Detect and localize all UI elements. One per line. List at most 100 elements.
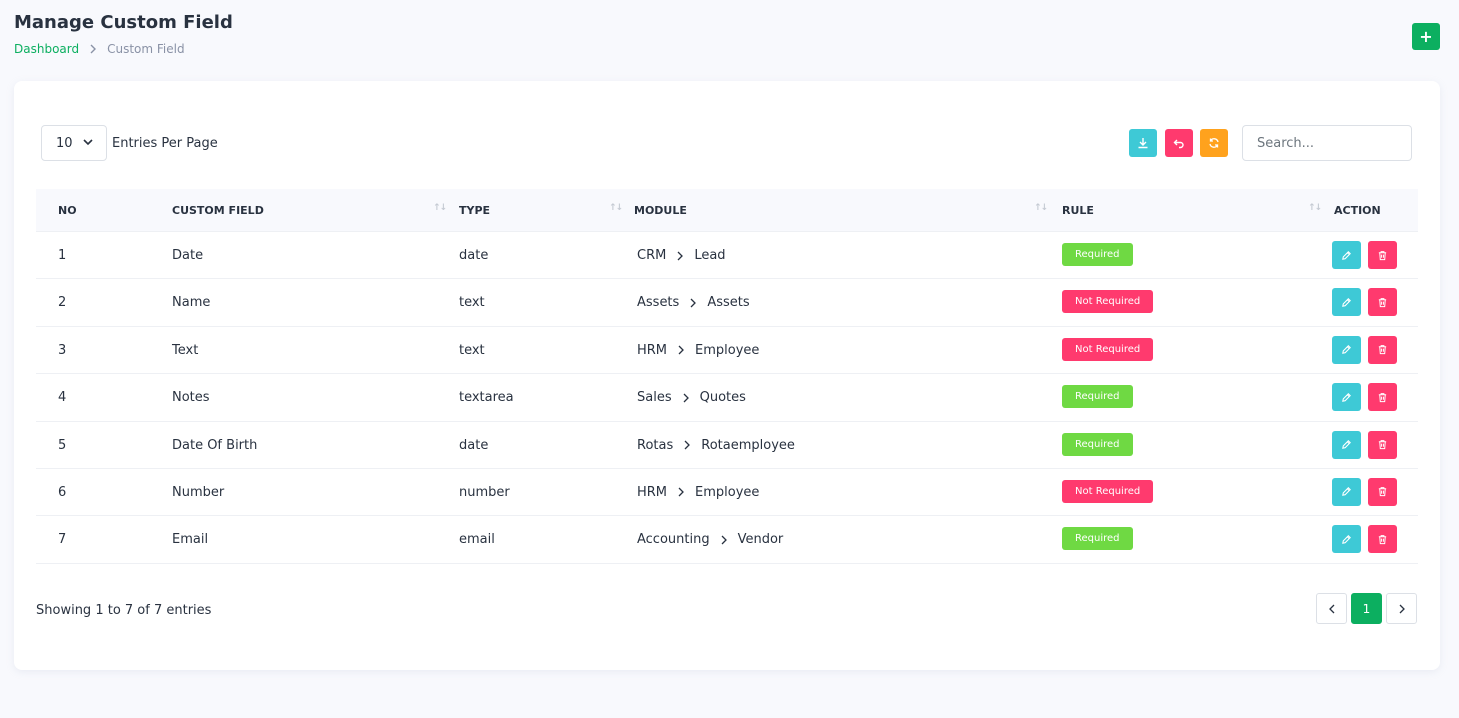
edit-button[interactable]: [1332, 288, 1361, 317]
download-icon: [1138, 138, 1148, 149]
chevron-right-icon: [1399, 604, 1405, 613]
cell-module: CRM Lead: [637, 248, 726, 263]
submodule-name: Vendor: [737, 532, 784, 548]
rule-badge: Required: [1062, 385, 1133, 409]
submodule-name: Lead: [694, 248, 726, 263]
search-input[interactable]: [1242, 125, 1412, 161]
prev-page-button[interactable]: [1316, 593, 1347, 624]
rule-badge: Required: [1062, 527, 1133, 551]
chevron-right-icon: [676, 251, 684, 261]
module-name: CRM: [637, 248, 667, 263]
chevron-right-icon: [683, 440, 691, 450]
cell-rule: Required: [1062, 432, 1133, 456]
cell-action: [1332, 430, 1404, 459]
page-title: Manage Custom Field: [14, 12, 233, 33]
sort-icon[interactable]: ↑↓: [1308, 203, 1322, 213]
header-type[interactable]: TYPE: [459, 204, 490, 217]
export-button[interactable]: [1129, 129, 1157, 157]
undo-icon: [1173, 139, 1184, 149]
pencil-icon: [1342, 345, 1351, 355]
table-row: 2 Name text Assets Assets Not Required: [36, 279, 1418, 327]
breadcrumb-dashboard-link[interactable]: Dashboard: [14, 42, 79, 56]
table-row: 7 Email email Accounting Vendor Required: [36, 516, 1418, 564]
pencil-icon: [1342, 534, 1351, 544]
edit-button[interactable]: [1332, 430, 1361, 459]
cell-no: 5: [58, 437, 67, 453]
module-name: HRM: [637, 484, 668, 500]
cell-module: Rotas Rotaemployee: [637, 438, 795, 453]
cell-action: [1332, 525, 1404, 554]
pagination: 1: [1316, 593, 1421, 624]
page-button[interactable]: 1: [1351, 593, 1382, 624]
header-rule[interactable]: RULE: [1062, 204, 1094, 217]
table-body: 1 Date date CRM Lead Required 2 Name text Assets A…: [36, 232, 1418, 564]
next-page-button[interactable]: [1386, 593, 1417, 624]
reset-button[interactable]: [1165, 129, 1193, 157]
table-row: 3 Text text HRM Employee Not Required: [36, 327, 1418, 375]
rule-badge: Not Required: [1062, 479, 1154, 503]
cell-module: Sales Quotes: [637, 390, 746, 405]
sort-icon[interactable]: ↑↓: [433, 203, 447, 213]
edit-button[interactable]: [1332, 525, 1361, 554]
custom-field-table: NO CUSTOM FIELD ↑↓ TYPE ↑↓ MODULE ↑↓ RUL…: [36, 189, 1418, 564]
delete-button[interactable]: [1368, 335, 1397, 364]
sort-icon[interactable]: ↑↓: [1034, 203, 1048, 213]
edit-button[interactable]: [1332, 335, 1361, 364]
delete-button[interactable]: [1368, 383, 1397, 412]
cell-no: 1: [58, 248, 67, 263]
delete-button[interactable]: [1368, 288, 1397, 317]
table-row: 6 Number number HRM Employee Not Required: [36, 469, 1418, 517]
chevron-right-icon: [677, 345, 685, 355]
cell-module: Accounting Vendor: [637, 532, 783, 547]
delete-button[interactable]: [1368, 525, 1397, 554]
rule-badge: Required: [1062, 432, 1133, 456]
cell-type: date: [459, 437, 489, 453]
pencil-icon: [1342, 392, 1351, 402]
chevron-right-icon: [689, 298, 697, 308]
pencil-icon: [1342, 440, 1351, 449]
sort-icon[interactable]: ↑↓: [609, 203, 623, 213]
cell-module: Assets Assets: [637, 295, 750, 310]
entries-per-page-label: Entries Per Page: [112, 136, 218, 151]
refresh-button[interactable]: [1200, 129, 1228, 157]
delete-button[interactable]: [1368, 430, 1397, 459]
entries-per-page-select[interactable]: 10: [41, 125, 107, 161]
submodule-name: Assets: [707, 295, 750, 311]
edit-button[interactable]: [1332, 241, 1361, 269]
entries-value: 10: [56, 135, 73, 151]
pencil-icon: [1342, 250, 1351, 260]
cell-no: 3: [58, 342, 67, 358]
custom-field-card: 10 Entries Per Page NO CUSTOM FIELD ↑↓ T…: [14, 81, 1440, 670]
add-custom-field-button[interactable]: +: [1412, 23, 1440, 50]
cell-type: textarea: [459, 390, 514, 406]
module-name: Rotas: [637, 437, 674, 453]
cell-type: text: [459, 295, 485, 311]
edit-button[interactable]: [1332, 383, 1361, 412]
pagination-info: Showing 1 to 7 of 7 entries: [36, 603, 212, 618]
cell-custom-field: Email: [172, 532, 209, 548]
cell-module: HRM Employee: [637, 485, 759, 500]
cell-rule: Required: [1062, 243, 1133, 266]
pencil-icon: [1342, 297, 1351, 307]
delete-button[interactable]: [1368, 477, 1397, 506]
delete-button[interactable]: [1368, 241, 1397, 269]
edit-button[interactable]: [1332, 477, 1361, 506]
cell-no: 2: [58, 295, 67, 311]
header-module[interactable]: MODULE: [634, 204, 687, 217]
cell-custom-field: Number: [172, 484, 225, 500]
header-custom-field[interactable]: CUSTOM FIELD: [172, 204, 264, 217]
pencil-icon: [1342, 487, 1351, 497]
table-header: NO CUSTOM FIELD ↑↓ TYPE ↑↓ MODULE ↑↓ RUL…: [36, 189, 1418, 232]
cell-rule: Not Required: [1062, 337, 1154, 361]
chevron-right-icon: [720, 535, 728, 545]
cell-custom-field: Name: [172, 295, 211, 311]
table-row: 1 Date date CRM Lead Required: [36, 232, 1418, 280]
cell-custom-field: Date: [172, 248, 204, 263]
chevron-right-icon: [682, 393, 690, 403]
module-name: Accounting: [637, 532, 710, 548]
submodule-name: Employee: [695, 484, 760, 500]
trash-icon: [1378, 534, 1387, 544]
trash-icon: [1378, 298, 1387, 308]
cell-action: [1332, 477, 1404, 506]
header-no[interactable]: NO: [58, 204, 77, 217]
